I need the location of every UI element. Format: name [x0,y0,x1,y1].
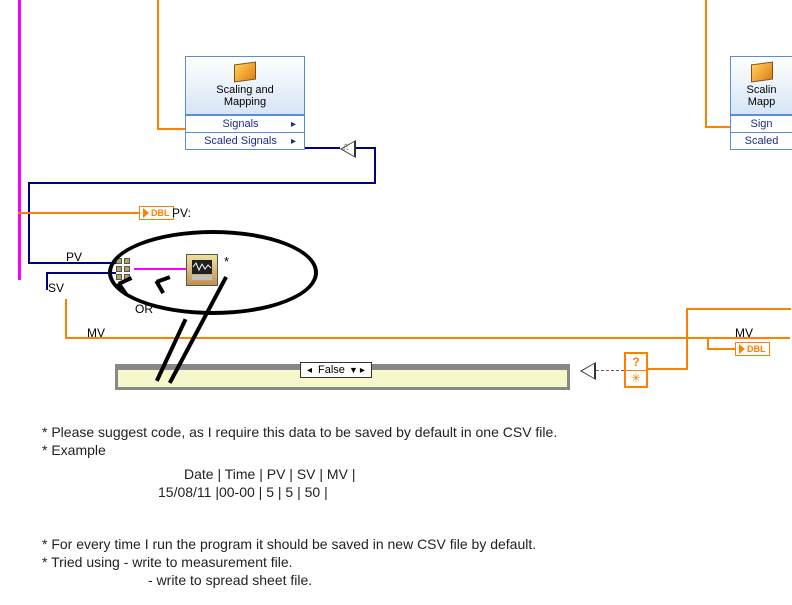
conversion-node-2[interactable] [580,362,596,380]
case-value: False [318,364,345,376]
scaling2-title: Scalin Mapp [735,84,788,108]
wire-navy-out2 [356,147,376,149]
select-top: ? [626,354,646,370]
scaling-icon-2 [751,61,773,82]
wire-to-mv-vert [707,337,709,350]
select-node[interactable]: ? ✳ [624,352,648,388]
chevron-left-icon[interactable]: ◂ [307,365,312,376]
wire-orange-to-scaling2 [705,126,730,128]
note-4: 15/08/11 |00-00 | 5 | 5 | 50 | [158,484,328,500]
dbl-text2: DBL [747,344,766,354]
wire-sv-vert [46,272,48,290]
scaling2-row2: Scaled [737,135,786,147]
scaling1-row1: Signals [192,118,289,130]
wire-left-vertical [18,0,21,280]
wire-orange-to-scaling1 [157,128,185,130]
scaling-mapping-node-2[interactable]: Scalin Mapp Sign Scaled [730,56,792,150]
dropdown-icon[interactable]: ▼ [349,365,358,375]
note-7: - write to spread sheet file. [148,572,312,588]
wire-navy-down1 [374,147,376,184]
scaling1-row2: Scaled Signals [192,135,289,147]
wire-navy-vert-left [28,182,30,264]
wire-orange-pv [18,212,139,214]
wire-orange-branch2 [686,308,791,310]
convert-icon: ⎍ [343,143,349,153]
scaling1-title: Scaling and Mapping [190,84,300,108]
dbl-pv-terminal: DBL [139,206,174,220]
wire-orange-vert-right [705,0,707,128]
pv-terminal-label: PV: [172,206,191,220]
sv-label: SV [48,281,64,295]
chevron-right-icon: ▸ [291,136,296,147]
case-selector[interactable]: ◂ False ▼ ▸ [300,362,372,378]
wire-orange-to-select [648,368,688,370]
scaling2-row1: Sign [737,118,786,130]
wire-sv-in [46,272,116,274]
wire-to-mv-term [707,348,735,350]
wire-orange-vert-top [157,0,159,130]
select-bot: ✳ [626,370,646,387]
note-6: * Tried using - write to measurement fil… [42,554,293,570]
chevron-right-icon: ▸ [291,119,296,130]
note-3: Date | Time | PV | SV | MV | [184,466,355,482]
dbl-text: DBL [151,208,170,218]
note-2: * Example [42,442,106,458]
wire-orange-branch [686,308,688,370]
wire-case-out [596,370,624,371]
note-5: * For every time I run the program it sh… [42,536,536,552]
wire-navy-left1 [28,182,376,184]
mv-right-label: MV [735,326,753,340]
scaling-mapping-node-1[interactable]: Scaling and Mapping Signals▸ Scaled Sign… [185,56,305,150]
note-1: * Please suggest code, as I require this… [42,424,557,440]
wire-orange-long1 [65,299,67,339]
dbl-mv-terminal: DBL [735,342,770,356]
scaling-icon [234,61,256,82]
pv-label: PV [66,250,82,264]
chevron-right-icon[interactable]: ▸ [360,365,365,376]
wire-navy-out1 [305,147,340,149]
